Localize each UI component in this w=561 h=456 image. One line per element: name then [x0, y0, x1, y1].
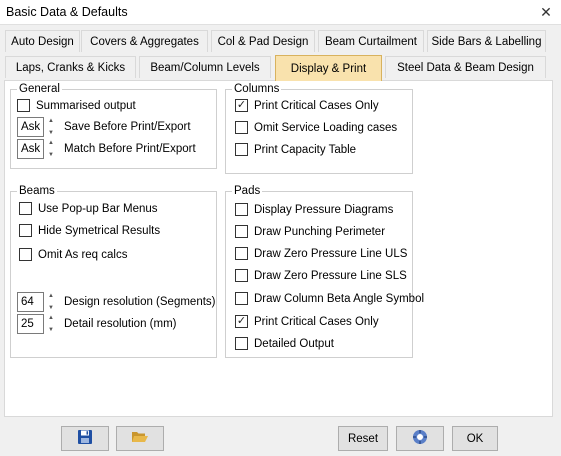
match-before-print-spinner[interactable]: ▲ ▼ Match Before Print/Export: [17, 139, 196, 159]
print-capacity-table-box[interactable]: [235, 143, 248, 156]
reset-button[interactable]: Reset: [338, 426, 388, 451]
pads-group: Pads Display Pressure Diagrams Draw Punc…: [225, 184, 424, 358]
omit-service-loading-checkbox[interactable]: Omit Service Loading cases: [235, 121, 397, 134]
open-button[interactable]: [116, 426, 164, 451]
use-popup-bar-menus-label: Use Pop-up Bar Menus: [38, 202, 158, 215]
beams-group: Beams Use Pop-up Bar Menus Hide Symetric…: [10, 184, 217, 358]
pads-group-title: Pads: [232, 184, 263, 198]
detail-resolution-label: Detail resolution (mm): [64, 318, 177, 330]
zero-pressure-sls-box[interactable]: [235, 269, 248, 282]
print-capacity-table-label: Print Capacity Table: [254, 143, 357, 156]
omit-service-loading-box[interactable]: [235, 121, 248, 134]
spin-down-icon[interactable]: ▼: [48, 326, 54, 334]
draw-punching-perimeter-checkbox[interactable]: Draw Punching Perimeter: [235, 225, 385, 238]
spin-down-icon[interactable]: ▼: [48, 129, 54, 137]
spin-up-icon[interactable]: ▲: [48, 139, 54, 147]
display-pressure-diagrams-label: Display Pressure Diagrams: [254, 203, 394, 216]
spin-up-icon[interactable]: ▲: [48, 292, 54, 300]
spin-up-icon[interactable]: ▲: [48, 117, 54, 125]
detail-resolution-input[interactable]: [17, 314, 44, 334]
print-capacity-table-checkbox[interactable]: Print Capacity Table: [235, 143, 356, 156]
design-resolution-input[interactable]: [17, 292, 44, 312]
zero-pressure-sls-checkbox[interactable]: Draw Zero Pressure Line SLS: [235, 269, 407, 282]
summarised-output-label: Summarised output: [36, 99, 136, 112]
col-print-critical-label: Print Critical Cases Only: [254, 99, 379, 112]
spin-up-icon[interactable]: ▲: [48, 314, 54, 322]
design-resolution-spinner[interactable]: ▲ ▼ Design resolution (Segments): [17, 292, 216, 312]
help-button[interactable]: [396, 426, 444, 451]
match-before-print-label: Match Before Print/Export: [64, 143, 196, 155]
omit-as-req-calcs-label: Omit As req calcs: [38, 248, 128, 261]
column-beta-angle-label: Draw Column Beta Angle Symbol: [254, 292, 425, 305]
save-before-print-arrows[interactable]: ▲ ▼: [46, 117, 56, 137]
draw-punching-perimeter-label: Draw Punching Perimeter: [254, 225, 386, 238]
pad-print-critical-label: Print Critical Cases Only: [254, 315, 379, 328]
tab-laps-cranks-kicks[interactable]: Laps, Cranks & Kicks: [5, 56, 136, 78]
match-before-print-input[interactable]: [17, 139, 44, 159]
save-before-print-input[interactable]: [17, 117, 44, 137]
display-pressure-diagrams-checkbox[interactable]: Display Pressure Diagrams: [235, 203, 393, 216]
save-before-print-spinner[interactable]: ▲ ▼ Save Before Print/Export: [17, 117, 191, 137]
detailed-output-box[interactable]: [235, 337, 248, 350]
pad-print-critical-checkbox[interactable]: Print Critical Cases Only: [235, 315, 379, 328]
zero-pressure-uls-box[interactable]: [235, 247, 248, 260]
close-icon[interactable]: ✕: [531, 0, 561, 24]
tab-steel-data-beam-design[interactable]: Steel Data & Beam Design: [385, 56, 546, 78]
hide-symetrical-results-label: Hide Symetrical Results: [38, 224, 161, 237]
design-resolution-arrows[interactable]: ▲ ▼: [46, 292, 56, 312]
save-before-print-label: Save Before Print/Export: [64, 121, 191, 133]
use-popup-bar-menus-box[interactable]: [19, 202, 32, 215]
beams-group-title: Beams: [17, 184, 57, 198]
ok-button[interactable]: OK: [452, 426, 498, 451]
floppy-disk-icon: [77, 429, 93, 448]
summarised-output-checkbox[interactable]: Summarised output: [17, 99, 136, 112]
tab-side-bars-labelling[interactable]: Side Bars & Labelling: [427, 30, 546, 52]
general-group-title: General: [17, 82, 62, 96]
save-button[interactable]: [61, 426, 109, 451]
summarised-output-box[interactable]: [17, 99, 30, 112]
general-group: General Summarised output ▲ ▼ Save Befor…: [10, 82, 217, 169]
col-print-critical-checkbox[interactable]: Print Critical Cases Only: [235, 99, 379, 112]
draw-punching-perimeter-box[interactable]: [235, 225, 248, 238]
tab-beam-column-levels[interactable]: Beam/Column Levels: [139, 56, 271, 78]
detailed-output-checkbox[interactable]: Detailed Output: [235, 337, 334, 350]
tab-display-print[interactable]: Display & Print: [275, 55, 382, 81]
omit-as-req-calcs-box[interactable]: [19, 248, 32, 261]
spin-down-icon[interactable]: ▼: [48, 151, 54, 159]
col-print-critical-box[interactable]: [235, 99, 248, 112]
columns-group: Columns Print Critical Cases Only Omit S…: [225, 82, 413, 174]
detail-resolution-spinner[interactable]: ▲ ▼ Detail resolution (mm): [17, 314, 176, 334]
columns-group-title: Columns: [232, 82, 282, 96]
zero-pressure-uls-checkbox[interactable]: Draw Zero Pressure Line ULS: [235, 247, 407, 260]
omit-service-loading-label: Omit Service Loading cases: [254, 121, 398, 134]
zero-pressure-sls-label: Draw Zero Pressure Line SLS: [254, 269, 407, 282]
hide-symetrical-results-checkbox[interactable]: Hide Symetrical Results: [19, 224, 160, 237]
use-popup-bar-menus-checkbox[interactable]: Use Pop-up Bar Menus: [19, 202, 158, 215]
tab-covers-aggregates[interactable]: Covers & Aggregates: [81, 30, 208, 52]
detailed-output-label: Detailed Output: [254, 337, 334, 350]
spin-down-icon[interactable]: ▼: [48, 304, 54, 312]
tab-content-panel: General Summarised output ▲ ▼ Save Befor…: [4, 80, 553, 417]
title-bar: Basic Data & Defaults ✕: [0, 0, 561, 25]
omit-as-req-calcs-checkbox[interactable]: Omit As req calcs: [19, 248, 127, 261]
detail-resolution-arrows[interactable]: ▲ ▼: [46, 314, 56, 334]
zero-pressure-uls-label: Draw Zero Pressure Line ULS: [254, 247, 408, 260]
hide-symetrical-results-box[interactable]: [19, 224, 32, 237]
display-pressure-diagrams-box[interactable]: [235, 203, 248, 216]
help-settings-icon: [411, 428, 429, 449]
window-title: Basic Data & Defaults: [6, 5, 128, 19]
tab-beam-curtailment[interactable]: Beam Curtailment: [318, 30, 424, 52]
tab-col-pad-design[interactable]: Col & Pad Design: [211, 30, 315, 52]
pad-print-critical-box[interactable]: [235, 315, 248, 328]
tab-auto-design[interactable]: Auto Design: [5, 30, 80, 52]
match-before-print-arrows[interactable]: ▲ ▼: [46, 139, 56, 159]
column-beta-angle-checkbox[interactable]: Draw Column Beta Angle Symbol: [235, 292, 424, 305]
folder-open-icon: [131, 429, 149, 448]
column-beta-angle-box[interactable]: [235, 292, 248, 305]
design-resolution-label: Design resolution (Segments): [64, 296, 216, 308]
